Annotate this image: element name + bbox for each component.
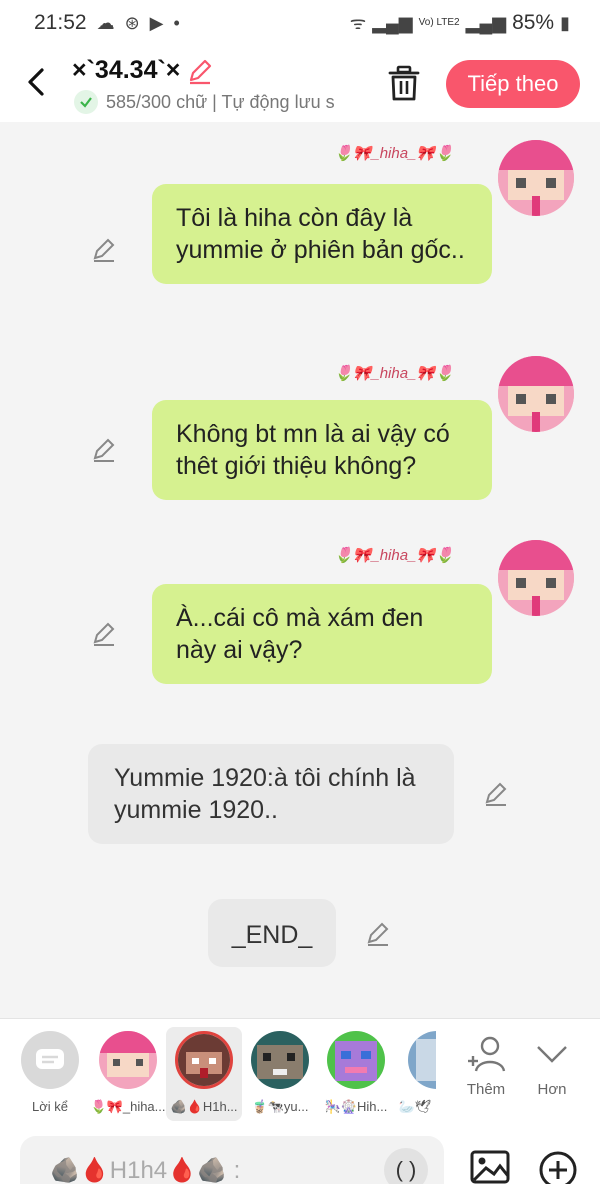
dot-icon: • (173, 12, 180, 33)
compass-icon: ⊛ (124, 12, 140, 33)
editor-header: ×`34.34`× 585/300 chữ | Tự động lưu s Ti… (0, 46, 600, 122)
signal2-icon: ▂▄▆ (465, 12, 507, 33)
parenthesis-button[interactable]: ( ) (384, 1148, 428, 1184)
avatar (99, 1031, 157, 1089)
character-label: 🎠🎡Hih... (324, 1099, 388, 1114)
image-icon[interactable] (470, 1150, 510, 1184)
network-label: Vo) LTE2 (418, 17, 460, 28)
message-bubble[interactable]: Tôi là hiha còn đây là yummie ở phiên bả… (152, 184, 492, 284)
next-button[interactable]: Tiếp theo (446, 60, 580, 108)
wifi-icon: ᯤ (349, 13, 367, 33)
signal-icon: ▂▄▆ (372, 12, 413, 33)
avatar (251, 1031, 309, 1089)
avatar (408, 1031, 436, 1089)
message-nickname: 🌷🎀_hiha_🎀🌷 (334, 547, 454, 564)
more-label: Hơn (537, 1081, 567, 1098)
chat-bubble-icon (21, 1031, 79, 1089)
edit-message-icon[interactable] (364, 920, 392, 948)
battery-icon: ▮ (560, 12, 570, 33)
story-title-text: ×`34.34`× (72, 56, 181, 84)
chat-area[interactable]: 🌷🎀_hiha_🎀🌷 Tôi là hiha còn đây là yummie… (0, 122, 600, 1018)
status-bar: 21:52 ☁ ⊛ ▶ • ᯤ ▂▄▆ Vo) LTE2 ▂▄▆ 85% ▮ (0, 0, 600, 46)
character-label: 🧋🐄yu... (251, 1099, 309, 1114)
check-icon (74, 90, 98, 114)
trash-icon[interactable] (386, 64, 422, 104)
character-h1h4-selected[interactable]: 🪨🩸H1h... (166, 1027, 242, 1121)
character-yummie[interactable]: 🧋🐄yu... (242, 1027, 318, 1115)
character-swan[interactable]: 🦢🕊 (394, 1027, 436, 1115)
back-arrow-icon[interactable] (22, 64, 52, 100)
message-input[interactable]: 🪨🩸H1h4🩸🪨 : (20, 1136, 444, 1184)
edit-title-icon[interactable] (186, 57, 214, 85)
character-label: 🪨🩸H1h... (170, 1099, 238, 1114)
avatar[interactable] (498, 540, 574, 616)
word-count-status: 585/300 chữ | Tự động lưu s (74, 90, 364, 114)
add-character-button[interactable]: Thêm (456, 1033, 516, 1098)
character-label: 🌷🎀_hiha... (90, 1099, 166, 1114)
edit-message-icon[interactable] (90, 436, 118, 464)
chevron-down-icon (537, 1046, 567, 1063)
message-nickname: 🌷🎀_hiha_🎀🌷 (334, 145, 454, 162)
message-nickname: 🌷🎀_hiha_🎀🌷 (334, 365, 454, 382)
avatar[interactable] (498, 356, 574, 432)
edit-message-icon[interactable] (90, 620, 118, 648)
message-bubble[interactable]: Không bt mn là ai vậy có thêt giới thiệu… (152, 400, 492, 500)
add-circle-icon[interactable] (538, 1150, 578, 1184)
word-count-text: 585/300 chữ | Tự động lưu s (106, 91, 335, 112)
character-label: Lời kể (32, 1099, 68, 1114)
character-bar: Lời kể 🌷🎀_hiha... 🪨🩸H1h... 🧋🐄yu... 🎠🎡Hih… (0, 1018, 600, 1124)
battery-level: 85% (512, 11, 555, 34)
youtube-icon: ▶ (149, 12, 164, 33)
character-narrator[interactable]: Lời kể (12, 1027, 88, 1114)
message-bubble[interactable]: Yummie 1920:à tôi chính là yummie 1920.. (88, 744, 454, 844)
avatar[interactable] (498, 140, 574, 216)
character-hiha-2[interactable]: 🎠🎡Hih... (318, 1027, 394, 1115)
edit-message-icon[interactable] (90, 236, 118, 264)
story-title[interactable]: ×`34.34`× (72, 56, 214, 85)
message-bubble[interactable]: À...cái cô mà xám đen này ai vậy? (152, 584, 492, 684)
end-marker[interactable]: _END_ (208, 899, 336, 967)
avatar (327, 1031, 385, 1089)
input-bar: 🪨🩸H1h4🩸🪨 : ( ) (0, 1124, 600, 1184)
cloud-icon: ☁ (96, 12, 115, 33)
character-hiha[interactable]: 🌷🎀_hiha... (90, 1027, 166, 1115)
more-button[interactable]: Hơn (522, 1033, 582, 1098)
message-input-placeholder: 🪨🩸H1h4🩸🪨 : (50, 1157, 241, 1184)
add-character-label: Thêm (466, 1081, 506, 1098)
avatar (175, 1031, 233, 1089)
edit-message-icon[interactable] (482, 780, 510, 808)
character-label: 🦢🕊 (398, 1099, 432, 1114)
add-person-icon (468, 1036, 506, 1072)
status-time: 21:52 (34, 11, 87, 34)
